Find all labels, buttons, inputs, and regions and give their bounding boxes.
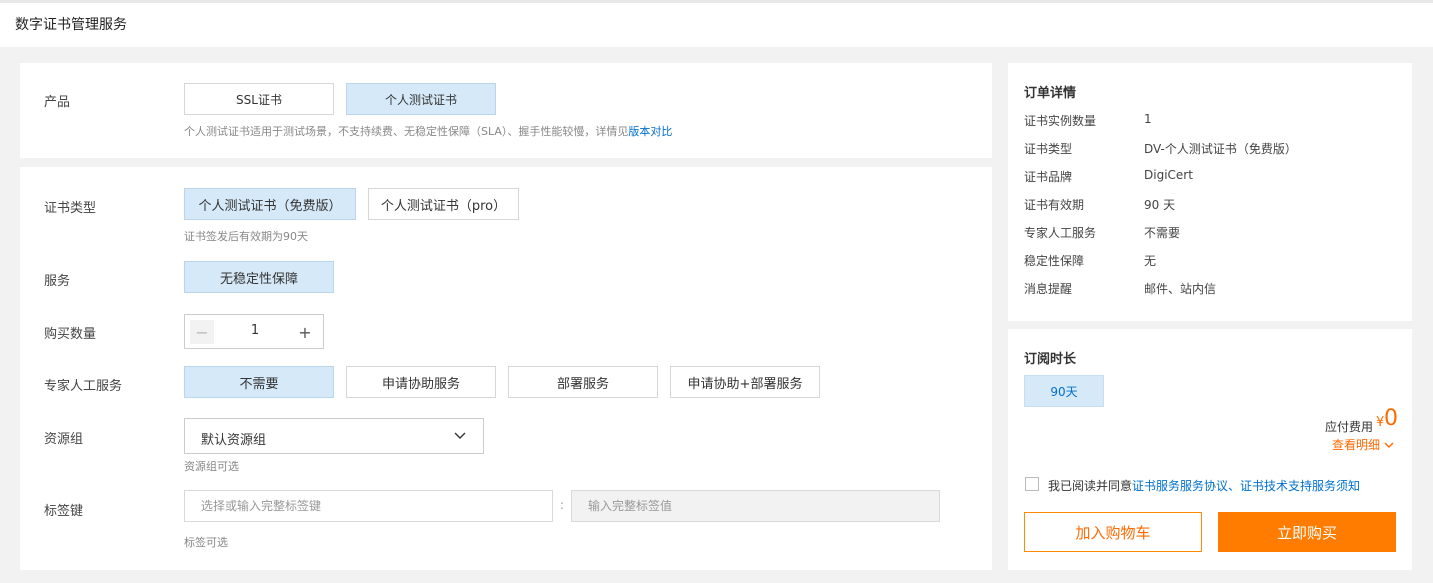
tag-hint: 标签可选 [184,536,228,549]
product-option-personal-test[interactable]: 个人测试证书 [346,83,496,115]
order-value: DV-个人测试证书（免费版） [1144,142,1297,156]
chevron-down-icon [454,432,466,439]
expert-option-assist-deploy[interactable]: 申请协助+部署服务 [670,366,820,398]
order-value: 邮件、站内信 [1144,282,1217,296]
agreement-prefix: 我已阅读并同意 [1048,479,1133,493]
resource-group-hint: 资源组可选 [184,460,239,473]
order-key: 专家人工服务 [1024,226,1097,240]
cert-type-hint: 证书签发后有效期为90天 [184,230,308,243]
cert-type-option-free[interactable]: 个人测试证书（免费版） [184,188,356,220]
product-option-ssl[interactable]: SSL证书 [184,83,334,115]
order-key: 证书有效期 [1024,198,1085,212]
resource-group-value: 默认资源组 [201,433,267,448]
service-agreement-link[interactable]: 证书服务服务协议 [1132,479,1228,493]
resource-group-label: 资源组 [44,432,84,447]
order-value: 无 [1144,254,1157,268]
tag-separator: : [560,498,565,512]
duration-option-90-days[interactable]: 90天 [1024,375,1104,407]
order-value: 90 天 [1144,198,1176,212]
product-hint: 个人测试证书适用于测试场景，不支持续费、无稳定性保障（SLA）、握手性能较慢，详… [184,123,672,139]
expert-option-apply-assist[interactable]: 申请协助服务 [346,366,496,398]
cert-type-label: 证书类型 [44,201,97,216]
order-key: 稳定性保障 [1024,254,1085,268]
quantity-increment-button[interactable]: + [293,320,317,344]
buy-now-button[interactable]: 立即购买 [1218,512,1396,552]
version-compare-link[interactable]: 版本对比 [628,125,672,138]
agreement-checkbox[interactable] [1025,477,1039,491]
quantity-stepper: − 1 + [184,314,324,349]
expert-service-label: 专家人工服务 [44,379,123,394]
product-hint-text: 个人测试证书适用于测试场景，不支持续费、无稳定性保障（SLA）、握手性能较慢，详… [184,125,629,138]
order-key: 证书实例数量 [1024,114,1097,128]
order-key: 证书品牌 [1024,170,1073,184]
service-label: 服务 [44,274,71,289]
order-value: 1 [1144,112,1152,126]
top-bar: 数字证书管理服务 [0,0,1433,47]
tag-key-label: 标签键 [44,504,84,519]
cert-type-option-pro[interactable]: 个人测试证书（pro） [368,188,519,220]
fee-label: 应付费用 [1325,420,1374,434]
view-details-label: 查看明细 [1332,438,1381,452]
support-terms-link[interactable]: 证书技术支持服务须知 [1240,479,1360,493]
service-option-no-sla[interactable]: 无稳定性保障 [184,261,334,293]
order-value: 不需要 [1144,226,1181,240]
agreement-text: 我已阅读并同意证书服务服务协议、证书技术支持服务须知 [1048,477,1360,494]
view-details-link[interactable]: 查看明细 [1332,436,1395,453]
order-key: 消息提醒 [1024,282,1073,296]
order-value: DigiCert [1144,168,1193,182]
add-to-cart-button[interactable]: 加入购物车 [1024,512,1202,552]
order-key: 证书类型 [1024,142,1073,156]
product-label: 产品 [44,95,71,110]
fee-amount: 0 [1384,406,1398,431]
quantity-label: 购买数量 [44,327,97,342]
order-details-title: 订单详情 [1024,86,1077,101]
subscription-title: 订阅时长 [1024,352,1077,367]
quantity-decrement-button[interactable]: − [190,320,214,344]
tag-value-input[interactable] [571,490,940,522]
expert-option-deploy[interactable]: 部署服务 [508,366,658,398]
page-title: 数字证书管理服务 [15,17,127,33]
agreement-separator: 、 [1228,479,1241,493]
resource-group-select[interactable]: 默认资源组 [184,418,484,454]
expert-option-none[interactable]: 不需要 [184,366,334,398]
tag-key-input[interactable] [184,490,553,522]
product-panel [20,63,992,158]
quantity-value[interactable]: 1 [225,323,285,338]
chevron-down-icon [1384,442,1394,448]
